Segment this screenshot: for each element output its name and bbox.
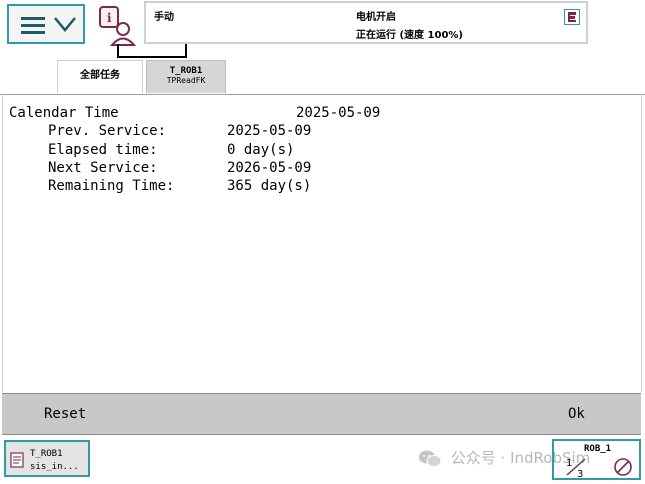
wechat-icon [419,450,442,467]
next-service-value: 2026-05-09 [227,160,312,176]
tab-all-tasks[interactable]: 全部任务 [57,60,143,93]
elapsed-time-label: Elapsed time: [48,142,158,158]
ok-button[interactable]: Ok [568,394,585,434]
run-mode-icon [614,458,632,476]
reset-button[interactable]: Reset [44,394,86,434]
tab-t-rob1[interactable]: T_ROB1 TPReadFK [146,60,226,93]
task-window-line1: T_ROB1 [30,449,63,459]
prev-service-value: 2025-05-09 [227,123,312,139]
task-window-button[interactable]: T_ROB1 sis_in... [4,440,90,477]
task-window-line2: sis_in... [30,462,79,472]
calendar-time-value: 2025-05-09 [296,105,381,121]
quickset-increment-fraction: 1 3 [566,458,586,479]
task-tabs: 全部任务 T_ROB1 TPReadFK [0,58,645,95]
quickset-button[interactable]: ROB_1 1 3 [552,439,641,480]
run-state-text: 正在运行 (速度 100%) [356,30,463,41]
svg-text:i: i [107,11,112,25]
tab-t-rob1-sublabel: TPReadFK [166,76,206,85]
elapsed-time-value: 0 day(s) [227,142,295,158]
quickset-robot-label: ROB_1 [584,444,612,454]
svg-text:3: 3 [577,469,583,479]
calendar-time-label: Calendar Time [9,105,119,121]
svg-text:1: 1 [566,458,572,469]
status-connector-line [117,44,187,58]
operating-mode-text: 手动 [154,12,174,23]
tab-all-tasks-label: 全部任务 [80,70,120,81]
motor-state-text: 电机开启 [356,12,396,23]
info-operator-icon[interactable]: i [98,5,138,47]
tab-t-rob1-label: T_ROB1 [169,66,203,76]
service-info-panel: Calendar Time 2025-05-09 Prev. Service: … [2,94,642,392]
taskbar: T_ROB1 sis_in... 公众号 · IndRobSim ROB_1 1… [0,436,645,484]
remaining-time-label: Remaining Time: [48,178,175,194]
program-window-icon [10,452,24,468]
top-status-bar: i 手动 电机开启 正在运行 (速度 100%) [0,0,645,58]
next-service-label: Next Service: [48,160,158,176]
chevron-down-icon [54,17,76,32]
remaining-time-value: 365 day(s) [227,178,312,194]
status-panel[interactable]: 手动 电机开启 正在运行 (速度 100%) [144,1,588,44]
hamburger-menu-icon [21,17,45,35]
prev-service-label: Prev. Service: [48,123,167,139]
command-bar: Reset Ok [2,393,641,435]
abb-menu-button[interactable] [7,4,85,44]
program-stop-icon [564,9,580,25]
